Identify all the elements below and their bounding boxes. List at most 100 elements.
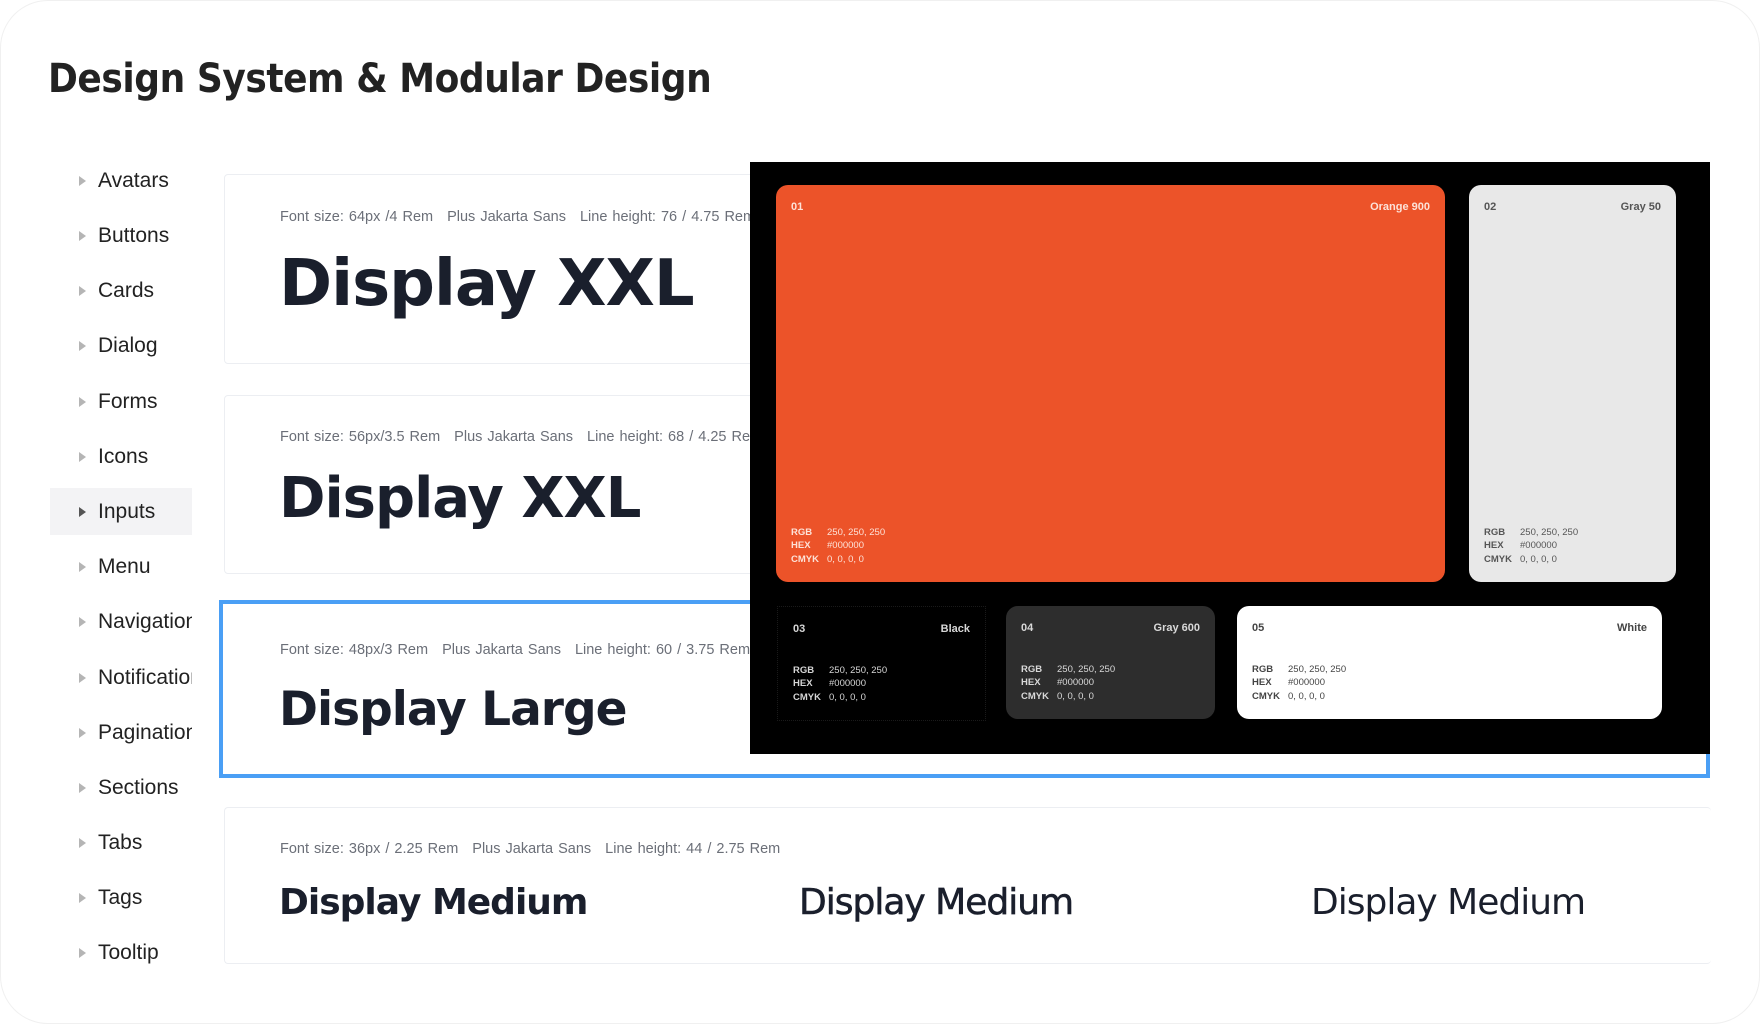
cmyk-label: CMYK: [1484, 553, 1512, 565]
line-height-label: Line height: 76 / 4.75 Rem: [579, 209, 756, 225]
sidebar-item-tooltip[interactable]: Tooltip: [50, 929, 192, 976]
sidebar-item-forms[interactable]: Forms: [50, 378, 192, 425]
swatch-values: RGB 250, 250, 250 HEX #000000 CMYK 0, 0, 0,…: [1021, 663, 1115, 704]
caret-right-icon: [79, 230, 86, 241]
swatch-number: 05: [1252, 622, 1265, 634]
caret-right-icon: [79, 727, 86, 738]
swatch-number: 03: [793, 623, 806, 635]
rgb-label: RGB: [1252, 663, 1274, 675]
caret-right-icon: [79, 451, 86, 462]
caret-right-icon: [79, 561, 86, 572]
hex-label: HEX: [791, 540, 811, 551]
swatch-gray-600[interactable]: 04 Gray 600 RGB 250, 250, 250 HEX #000000 …: [1006, 606, 1215, 719]
swatch-white[interactable]: 05 White RGB 250, 250, 250 HEX #000000 CMY…: [1237, 606, 1662, 719]
cmyk-value: 0, 0, 0, 0: [827, 553, 864, 565]
caret-right-icon: [79, 837, 86, 848]
font-family-label: Plus Jakarta Sans: [442, 642, 561, 658]
sidebar-item-label: Dialog: [98, 333, 158, 357]
sidebar-item-avatars[interactable]: Avatars: [50, 157, 192, 204]
sidebar-item-inputs[interactable]: Inputs: [50, 488, 192, 535]
sidebar-item-dialog[interactable]: Dialog: [50, 322, 192, 369]
sidebar-item-label: Tabs: [98, 830, 143, 854]
rgb-label: RGB: [791, 526, 813, 538]
rgb-label: RGB: [1021, 663, 1043, 675]
sidebar-item-buttons[interactable]: Buttons: [50, 212, 192, 259]
sidebar-item-label: Avatars: [98, 168, 169, 192]
sidebar-item-label: Navigation: [98, 609, 192, 633]
hex-label: HEX: [1252, 677, 1272, 688]
sidebar-item-tabs[interactable]: Tabs: [50, 819, 192, 866]
type-specimen-card[interactable]: Font size: 64px /4 Rem Plus Jakarta Sans L…: [224, 174, 786, 364]
sidebar-item-sections[interactable]: Sections: [50, 764, 192, 811]
caret-right-icon: [79, 506, 86, 517]
cmyk-value: 0, 0, 0, 0: [1288, 690, 1325, 702]
font-family-label: Plus Jakarta Sans: [454, 429, 574, 445]
caret-right-icon: [79, 892, 86, 903]
swatch-values: RGB 250, 250, 250 HEX #000000 CMYK 0, 0, 0,…: [791, 526, 885, 567]
font-family-label: Plus Jakarta Sans: [472, 841, 592, 857]
specimen-meta: Font size: 56px/3.5 Rem Plus Jakarta Sans…: [280, 429, 776, 445]
rgb-value: 250, 250, 250: [829, 664, 888, 676]
sidebar-item-tags[interactable]: Tags: [50, 874, 192, 921]
swatch-name: Gray 600: [1153, 622, 1200, 634]
page-title: Design System & Modular Design: [48, 56, 712, 102]
rgb-value: 250, 250, 250: [1057, 663, 1116, 675]
caret-right-icon: [79, 672, 86, 683]
swatch-values: RGB 250, 250, 250 HEX #000000 CMYK 0, 0, 0,…: [793, 664, 887, 705]
specimen-sample-text: Display Large: [279, 682, 627, 737]
swatch-gray-50[interactable]: 02 Gray 50 RGB 250, 250, 250 HEX #000000 C…: [1469, 185, 1676, 582]
specimen-sample-text: Display XXL: [279, 466, 641, 531]
sidebar-item-icons[interactable]: Icons: [50, 433, 192, 480]
specimen-sample-medium: Display Medium: [799, 882, 1075, 924]
font-family-label: Plus Jakarta Sans: [447, 209, 566, 225]
rgb-label: RGB: [1484, 526, 1506, 538]
type-specimen-card[interactable]: Font size: 36px / 2.25 Rem Plus Jakarta S…: [224, 807, 1711, 964]
hex-value: #000000: [829, 678, 866, 689]
specimen-meta: Font size: 48px/3 Rem Plus Jakarta Sans Li…: [280, 642, 764, 658]
swatch-name: Gray 50: [1620, 201, 1661, 213]
hex-label: HEX: [1021, 677, 1041, 688]
sidebar-item-label: Forms: [98, 389, 158, 413]
caret-right-icon: [79, 340, 86, 351]
line-height-label: Line height: 44 / 2.75 Rem: [605, 841, 781, 857]
specimen-meta: Font size: 36px / 2.25 Rem Plus Jakarta S…: [280, 841, 794, 857]
sidebar-item-label: Cards: [98, 278, 155, 302]
cmyk-value: 0, 0, 0, 0: [829, 691, 866, 703]
swatch-name: White: [1617, 622, 1647, 634]
swatch-values: RGB 250, 250, 250 HEX #000000 CMYK 0, 0, 0,…: [1484, 526, 1578, 567]
rgb-label: RGB: [793, 664, 815, 676]
caret-right-icon: [79, 947, 86, 958]
swatch-number: 01: [791, 201, 804, 213]
sidebar-item-cards[interactable]: Cards: [50, 267, 192, 314]
swatch-name: Orange 900: [1370, 201, 1430, 213]
font-size-label: Font size: 36px / 2.25 Rem: [280, 841, 459, 857]
cmyk-label: CMYK: [793, 691, 821, 703]
type-specimen-card[interactable]: Font size: 56px/3.5 Rem Plus Jakarta Sans…: [224, 395, 786, 574]
rgb-value: 250, 250, 250: [1288, 663, 1347, 675]
swatch-orange-900[interactable]: 01 Orange 900 RGB 250, 250, 250 HEX #00000…: [776, 185, 1445, 582]
sidebar-item-navigation[interactable]: Navigation: [50, 598, 192, 645]
specimen-sample-text: Display XXL: [279, 247, 695, 321]
rgb-value: 250, 250, 250: [1520, 526, 1579, 538]
cmyk-value: 0, 0, 0, 0: [1057, 690, 1094, 702]
sidebar-item-label: Pagination: [98, 720, 192, 744]
sidebar-item-label: Notifications: [98, 665, 192, 689]
sidebar-item-pagination[interactable]: Pagination: [50, 709, 192, 756]
cmyk-value: 0, 0, 0, 0: [1520, 553, 1557, 565]
specimen-meta: Font size: 64px /4 Rem Plus Jakarta Sans L…: [280, 209, 769, 225]
caret-right-icon: [79, 285, 86, 296]
color-palette-panel: 01 Orange 900 RGB 250, 250, 250 HEX #00000…: [750, 162, 1710, 754]
hex-label: HEX: [793, 678, 813, 689]
sidebar-item-label: Sections: [98, 775, 179, 799]
font-size-label: Font size: 48px/3 Rem: [280, 642, 429, 658]
swatch-values: RGB 250, 250, 250 HEX #000000 CMYK 0, 0, 0,…: [1252, 663, 1346, 704]
sidebar-item-notifications[interactable]: Notifications: [50, 654, 192, 701]
swatch-name: Black: [940, 623, 970, 635]
sidebar-item-menu[interactable]: Menu: [50, 543, 192, 590]
swatch-black[interactable]: 03 Black RGB 250, 250, 250 HEX #000000 CMY…: [777, 606, 986, 721]
sidebar-item-label: Tooltip: [98, 940, 159, 964]
caret-right-icon: [79, 396, 86, 407]
hex-value: #000000: [1288, 677, 1325, 688]
caret-right-icon: [79, 175, 86, 186]
sidebar-item-label: Menu: [98, 554, 151, 578]
